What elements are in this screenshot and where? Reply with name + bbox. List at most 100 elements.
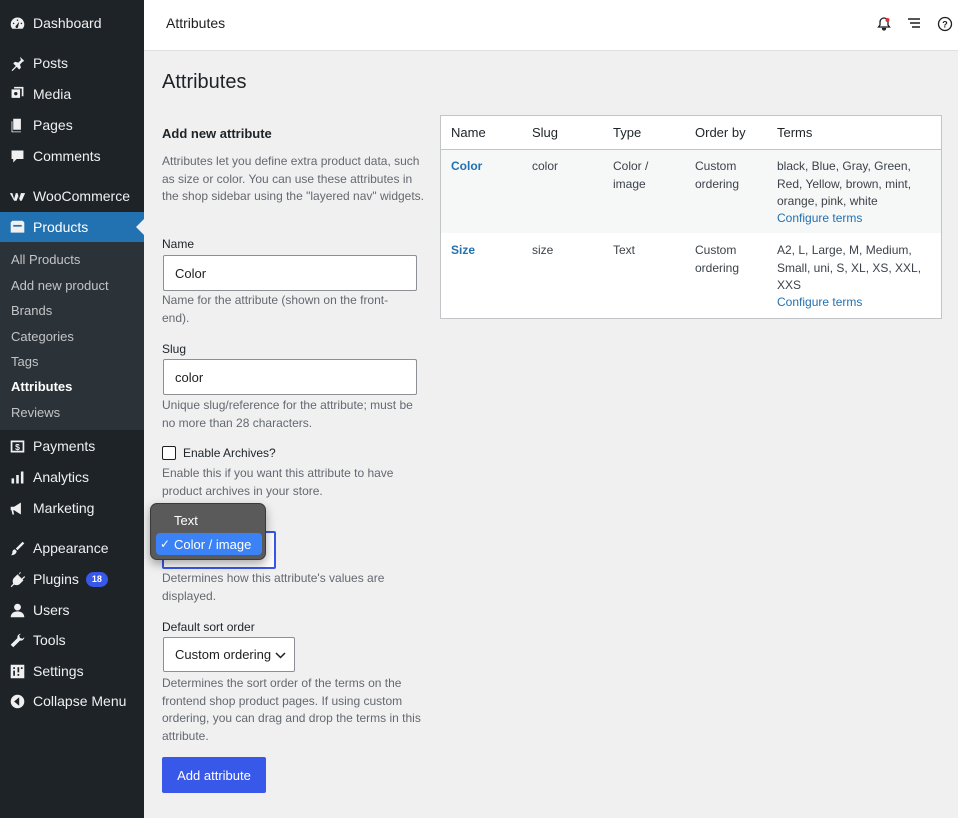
- help-icon[interactable]: ?: [937, 16, 953, 32]
- nav-media-label: Media: [33, 86, 72, 102]
- nav-tools[interactable]: Tools: [0, 625, 144, 655]
- brush-icon: [9, 540, 26, 557]
- form-intro: Attributes let you define extra product …: [162, 154, 425, 203]
- analytics-icon: [9, 469, 26, 486]
- woocommerce-icon: [9, 188, 26, 205]
- sort-order-help: Determines the sort order of the terms o…: [162, 676, 421, 743]
- nav-dashboard[interactable]: Dashboard: [0, 8, 144, 38]
- media-icon: [9, 86, 26, 103]
- archives-help: Enable this if you want this attribute t…: [162, 466, 394, 498]
- attribute-name-link[interactable]: Color: [451, 158, 482, 176]
- submenu-add-new-product[interactable]: Add new product: [11, 278, 109, 293]
- nav-media[interactable]: Media: [0, 79, 144, 109]
- nav-payments-label: Payments: [33, 438, 96, 454]
- sort-order-value: Custom ordering: [175, 647, 272, 662]
- submenu-tags[interactable]: Tags: [11, 354, 38, 369]
- chevron-down-icon: [275, 649, 286, 664]
- attribute-name-input[interactable]: [163, 255, 417, 291]
- sort-order-label: Default sort order: [162, 620, 255, 634]
- attribute-type: Text: [613, 243, 636, 257]
- slug-help: Unique slug/reference for the attribute;…: [162, 398, 413, 430]
- nav-analytics-label: Analytics: [33, 469, 90, 485]
- nav-payments[interactable]: $ Payments: [0, 431, 144, 461]
- attribute-terms: A2, L, Large, M, Medium, Small, uni, S, …: [777, 243, 922, 292]
- nav-comments[interactable]: Comments: [0, 141, 144, 171]
- attribute-type-dropdown: Text ✓ Color / image: [150, 503, 266, 560]
- products-icon: [9, 219, 26, 236]
- settings-icon: [9, 663, 26, 680]
- type-option-color-image-label: Color / image: [174, 536, 252, 552]
- nav-plugins-label: Plugins: [33, 571, 79, 587]
- enable-archives-label: Enable Archives?: [183, 446, 276, 460]
- nav-marketing[interactable]: Marketing: [0, 493, 144, 523]
- nav-posts[interactable]: Posts: [0, 48, 144, 78]
- svg-text:?: ?: [942, 20, 948, 30]
- submenu-reviews[interactable]: Reviews: [11, 405, 60, 420]
- nav-settings[interactable]: Settings: [0, 656, 144, 686]
- wrench-icon: [9, 632, 26, 649]
- attribute-name-link[interactable]: Size: [451, 242, 475, 260]
- slug-label: Slug: [162, 342, 187, 356]
- submenu-brands[interactable]: Brands: [11, 303, 52, 318]
- nav-collapse-menu[interactable]: Collapse Menu: [0, 686, 144, 716]
- table-row: Color color Color / image Custom orderin…: [441, 149, 941, 233]
- type-option-text[interactable]: Text: [156, 509, 262, 531]
- page-header: Attributes ?: [144, 0, 958, 51]
- enable-archives-checkbox[interactable]: [162, 446, 176, 460]
- products-submenu: All Products Add new product Brands Cate…: [0, 242, 144, 430]
- activity-list-icon[interactable]: [906, 16, 922, 32]
- attribute-order: Custom ordering: [695, 159, 740, 191]
- nav-appearance-label: Appearance: [33, 540, 109, 556]
- add-attribute-button[interactable]: Add attribute: [162, 757, 266, 793]
- nav-pages[interactable]: Pages: [0, 110, 144, 140]
- megaphone-icon: [9, 500, 26, 517]
- table-row: Size size Text Custom ordering A2, L, La…: [441, 233, 941, 317]
- nav-appearance[interactable]: Appearance: [0, 533, 144, 563]
- checkmark-icon: ✓: [160, 537, 171, 551]
- attribute-terms: black, Blue, Gray, Green, Red, Yellow, b…: [777, 159, 912, 208]
- nav-collapse-label: Collapse Menu: [33, 693, 127, 709]
- type-help: Determines how this attribute's values a…: [162, 571, 385, 603]
- attribute-slug-input[interactable]: [163, 359, 417, 395]
- configure-terms-link[interactable]: Configure terms: [777, 210, 862, 228]
- type-option-color-image[interactable]: ✓ Color / image: [156, 533, 262, 555]
- nav-plugins[interactable]: Plugins 18: [0, 564, 144, 594]
- col-header-slug: Slug: [532, 125, 559, 140]
- plugin-icon: [9, 571, 26, 588]
- nav-tools-label: Tools: [33, 632, 66, 648]
- attribute-type: Color / image: [613, 159, 649, 191]
- nav-posts-label: Posts: [33, 55, 69, 71]
- nav-pages-label: Pages: [33, 117, 73, 133]
- col-header-type: Type: [613, 125, 642, 140]
- nav-users-label: Users: [33, 602, 70, 618]
- submenu-categories[interactable]: Categories: [11, 329, 74, 344]
- payments-icon: $: [9, 438, 26, 455]
- collapse-icon: [9, 693, 26, 710]
- form-heading: Add new attribute: [162, 126, 272, 141]
- nav-woocommerce[interactable]: WooCommerce: [0, 181, 144, 211]
- nav-settings-label: Settings: [33, 663, 84, 679]
- submenu-all-products[interactable]: All Products: [11, 252, 80, 267]
- page-title: Attributes: [162, 71, 247, 93]
- svg-text:$: $: [15, 441, 20, 451]
- pin-icon: [9, 55, 26, 72]
- nav-products[interactable]: Products: [0, 212, 144, 242]
- nav-woocommerce-label: WooCommerce: [33, 188, 130, 204]
- submenu-attributes[interactable]: Attributes: [11, 379, 72, 394]
- nav-dashboard-label: Dashboard: [33, 15, 102, 31]
- nav-users[interactable]: Users: [0, 595, 144, 625]
- name-help: Name for the attribute (shown on the fro…: [162, 293, 389, 325]
- type-option-text-label: Text: [174, 512, 198, 528]
- nav-products-label: Products: [33, 219, 89, 235]
- user-icon: [9, 602, 26, 619]
- col-header-name: Name: [451, 125, 486, 140]
- configure-terms-link[interactable]: Configure terms: [777, 294, 862, 312]
- header-title: Attributes: [166, 15, 226, 31]
- notification-bell-icon[interactable]: [876, 16, 892, 32]
- attribute-slug: size: [532, 243, 554, 257]
- name-label: Name: [162, 237, 195, 251]
- nav-analytics[interactable]: Analytics: [0, 462, 144, 492]
- col-header-terms: Terms: [777, 125, 813, 140]
- sort-order-select[interactable]: Custom ordering: [163, 637, 295, 672]
- col-header-order-by: Order by: [695, 125, 746, 140]
